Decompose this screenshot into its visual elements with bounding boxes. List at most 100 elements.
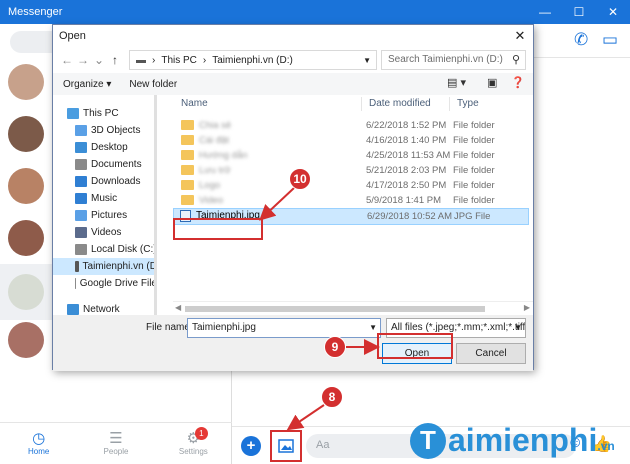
tree-item-pictures[interactable]: Pictures: [53, 207, 156, 224]
tree-label: Pictures: [91, 210, 128, 221]
folder-icon: [181, 195, 194, 205]
avatar[interactable]: [8, 322, 44, 358]
file-date: 6/29/2018 10:52 AM: [367, 211, 453, 222]
new-folder-button[interactable]: New folder: [129, 79, 177, 90]
tree-item-videos[interactable]: Videos: [53, 224, 156, 241]
folder-icon: [181, 150, 194, 160]
nav-settings-label: Settings: [178, 447, 208, 456]
file-name-value: Taimienphi.jpg: [192, 322, 256, 333]
avatar[interactable]: [8, 116, 44, 152]
back-icon[interactable]: ←: [59, 53, 75, 67]
tree-item-network[interactable]: Network: [53, 301, 156, 315]
highlight-frame: [377, 333, 453, 359]
folder-icon: [181, 165, 194, 175]
file-row[interactable]: Lưu trữ 5/21/2018 2:03 PM File folder: [173, 163, 529, 178]
nav-settings[interactable]: ⚙ 1 Settings: [155, 423, 232, 464]
highlight-frame: [173, 218, 263, 240]
tree-item-3d-objects[interactable]: 3D Objects: [53, 122, 156, 139]
tree-item-music[interactable]: Music: [53, 190, 156, 207]
column-header-date[interactable]: Date modified: [369, 95, 431, 113]
desktop-icon: [75, 142, 87, 153]
tree-item-taimienphi-drive[interactable]: Taimienphi.vn (D: [53, 258, 157, 275]
chevron-down-icon[interactable]: ▼: [514, 323, 522, 332]
file-row[interactable]: Chia sẻ 6/22/2018 1:52 PM File folder: [173, 118, 529, 133]
address-bar[interactable]: ▬ › This PC › Taimienphi.vn (D:) ▼: [129, 50, 377, 70]
file-name-label: File name:: [146, 322, 193, 333]
file-row[interactable]: Cái đặt 4/16/2018 1:40 PM File folder: [173, 133, 529, 148]
dialog-close-button[interactable]: ✕: [507, 28, 533, 44]
tree-label: Taimienphi.vn (D: [82, 261, 157, 272]
file-name-input[interactable]: Taimienphi.jpg ▼: [187, 318, 381, 338]
tree-label: Network: [83, 304, 120, 315]
file-date: 4/17/2018 2:50 PM: [366, 180, 447, 191]
view-options-icon[interactable]: ▤ ▾: [447, 76, 466, 89]
tree-label: Local Disk (C:): [91, 244, 157, 255]
close-button[interactable]: ✕: [596, 0, 630, 24]
search-input[interactable]: Search Taimienphi.vn (D:) ⚲: [381, 50, 526, 70]
folder-icon: [181, 135, 194, 145]
nav-scrollbar[interactable]: [154, 95, 157, 315]
file-type: File folder: [453, 135, 495, 146]
nav-home[interactable]: ◷ Home: [0, 423, 77, 464]
folder-icon: [181, 120, 194, 130]
navigation-pane: This PC 3D Objects Desktop Documents Dow…: [53, 95, 157, 315]
breadcrumb-this-pc[interactable]: This PC: [161, 55, 197, 66]
computer-icon: ▬: [136, 54, 146, 66]
open-dialog: Open ✕ ← → ⌄ ↑ ▬ › This PC › Taimienphi.…: [52, 24, 534, 371]
watermark-suffix: .vn: [597, 439, 615, 453]
add-button[interactable]: +: [241, 436, 261, 456]
tree-item-this-pc[interactable]: This PC: [53, 105, 156, 122]
column-header-type[interactable]: Type: [457, 95, 479, 113]
chevron-down-icon[interactable]: ⌄: [91, 53, 107, 67]
clock-icon: ◷: [32, 430, 46, 447]
up-icon[interactable]: ↑: [107, 53, 123, 67]
nav-people[interactable]: ☰ People: [77, 423, 154, 464]
column-header-name[interactable]: Name: [181, 95, 208, 113]
tree-label: Google Drive File: [79, 278, 157, 289]
search-placeholder: Search Taimienphi.vn (D:): [388, 54, 503, 65]
chevron-down-icon[interactable]: ▼: [369, 323, 377, 332]
horizontal-scrollbar[interactable]: ◀ ▶: [173, 301, 533, 315]
avatar[interactable]: [8, 274, 44, 310]
dialog-title: Open: [59, 30, 86, 42]
preview-pane-icon[interactable]: ▣: [487, 76, 497, 89]
music-icon: [75, 193, 87, 204]
file-date: 6/22/2018 1:52 PM: [366, 120, 447, 131]
cancel-button[interactable]: Cancel: [456, 343, 526, 364]
tree-item-desktop[interactable]: Desktop: [53, 139, 156, 156]
scrollbar-thumb[interactable]: [185, 306, 485, 312]
help-icon[interactable]: ❓: [511, 76, 525, 89]
app-titlebar: Messenger — ☐ ✕: [0, 0, 630, 24]
file-row[interactable]: Hướng dẫn 4/25/2018 11:53 AM File folder: [173, 148, 529, 163]
tree-item-google-drive[interactable]: Google Drive File: [53, 275, 157, 292]
avatar[interactable]: [8, 64, 44, 100]
video-call-icon[interactable]: ▭: [602, 30, 618, 50]
file-row[interactable]: Logo 4/17/2018 2:50 PM File folder: [173, 178, 529, 193]
tree-label: Music: [91, 193, 118, 204]
drive-icon: [75, 244, 87, 255]
tree-item-documents[interactable]: Documents: [53, 156, 156, 173]
minimize-button[interactable]: —: [528, 0, 562, 24]
file-type: File folder: [453, 150, 495, 161]
phone-icon[interactable]: ✆: [574, 30, 588, 50]
breadcrumb-drive[interactable]: Taimienphi.vn (D:): [212, 55, 293, 66]
file-date: 4/25/2018 11:53 AM: [366, 150, 451, 161]
avatar[interactable]: [8, 220, 44, 256]
maximize-button[interactable]: ☐: [562, 0, 596, 24]
organize-button[interactable]: Organize ▾: [63, 79, 111, 90]
tree-label: Documents: [91, 159, 142, 170]
avatar[interactable]: [8, 168, 44, 204]
tree-label: Videos: [91, 227, 122, 238]
dialog-titlebar: Open ✕: [53, 25, 533, 47]
chevron-down-icon[interactable]: ▼: [363, 56, 371, 65]
file-name: Hướng dẫn: [199, 150, 248, 161]
file-row[interactable]: Video 5/9/2018 1:41 PM File folder: [173, 193, 529, 208]
chevron-right-icon: ›: [202, 54, 207, 66]
chevron-left-icon[interactable]: ◀: [175, 303, 181, 312]
file-name: Lưu trữ: [199, 165, 231, 176]
forward-icon[interactable]: →: [75, 53, 91, 67]
tree-item-local-disk[interactable]: Local Disk (C:): [53, 241, 157, 258]
file-type: File folder: [453, 195, 495, 206]
chevron-right-icon[interactable]: ▶: [524, 303, 530, 312]
tree-item-downloads[interactable]: Downloads: [53, 173, 156, 190]
